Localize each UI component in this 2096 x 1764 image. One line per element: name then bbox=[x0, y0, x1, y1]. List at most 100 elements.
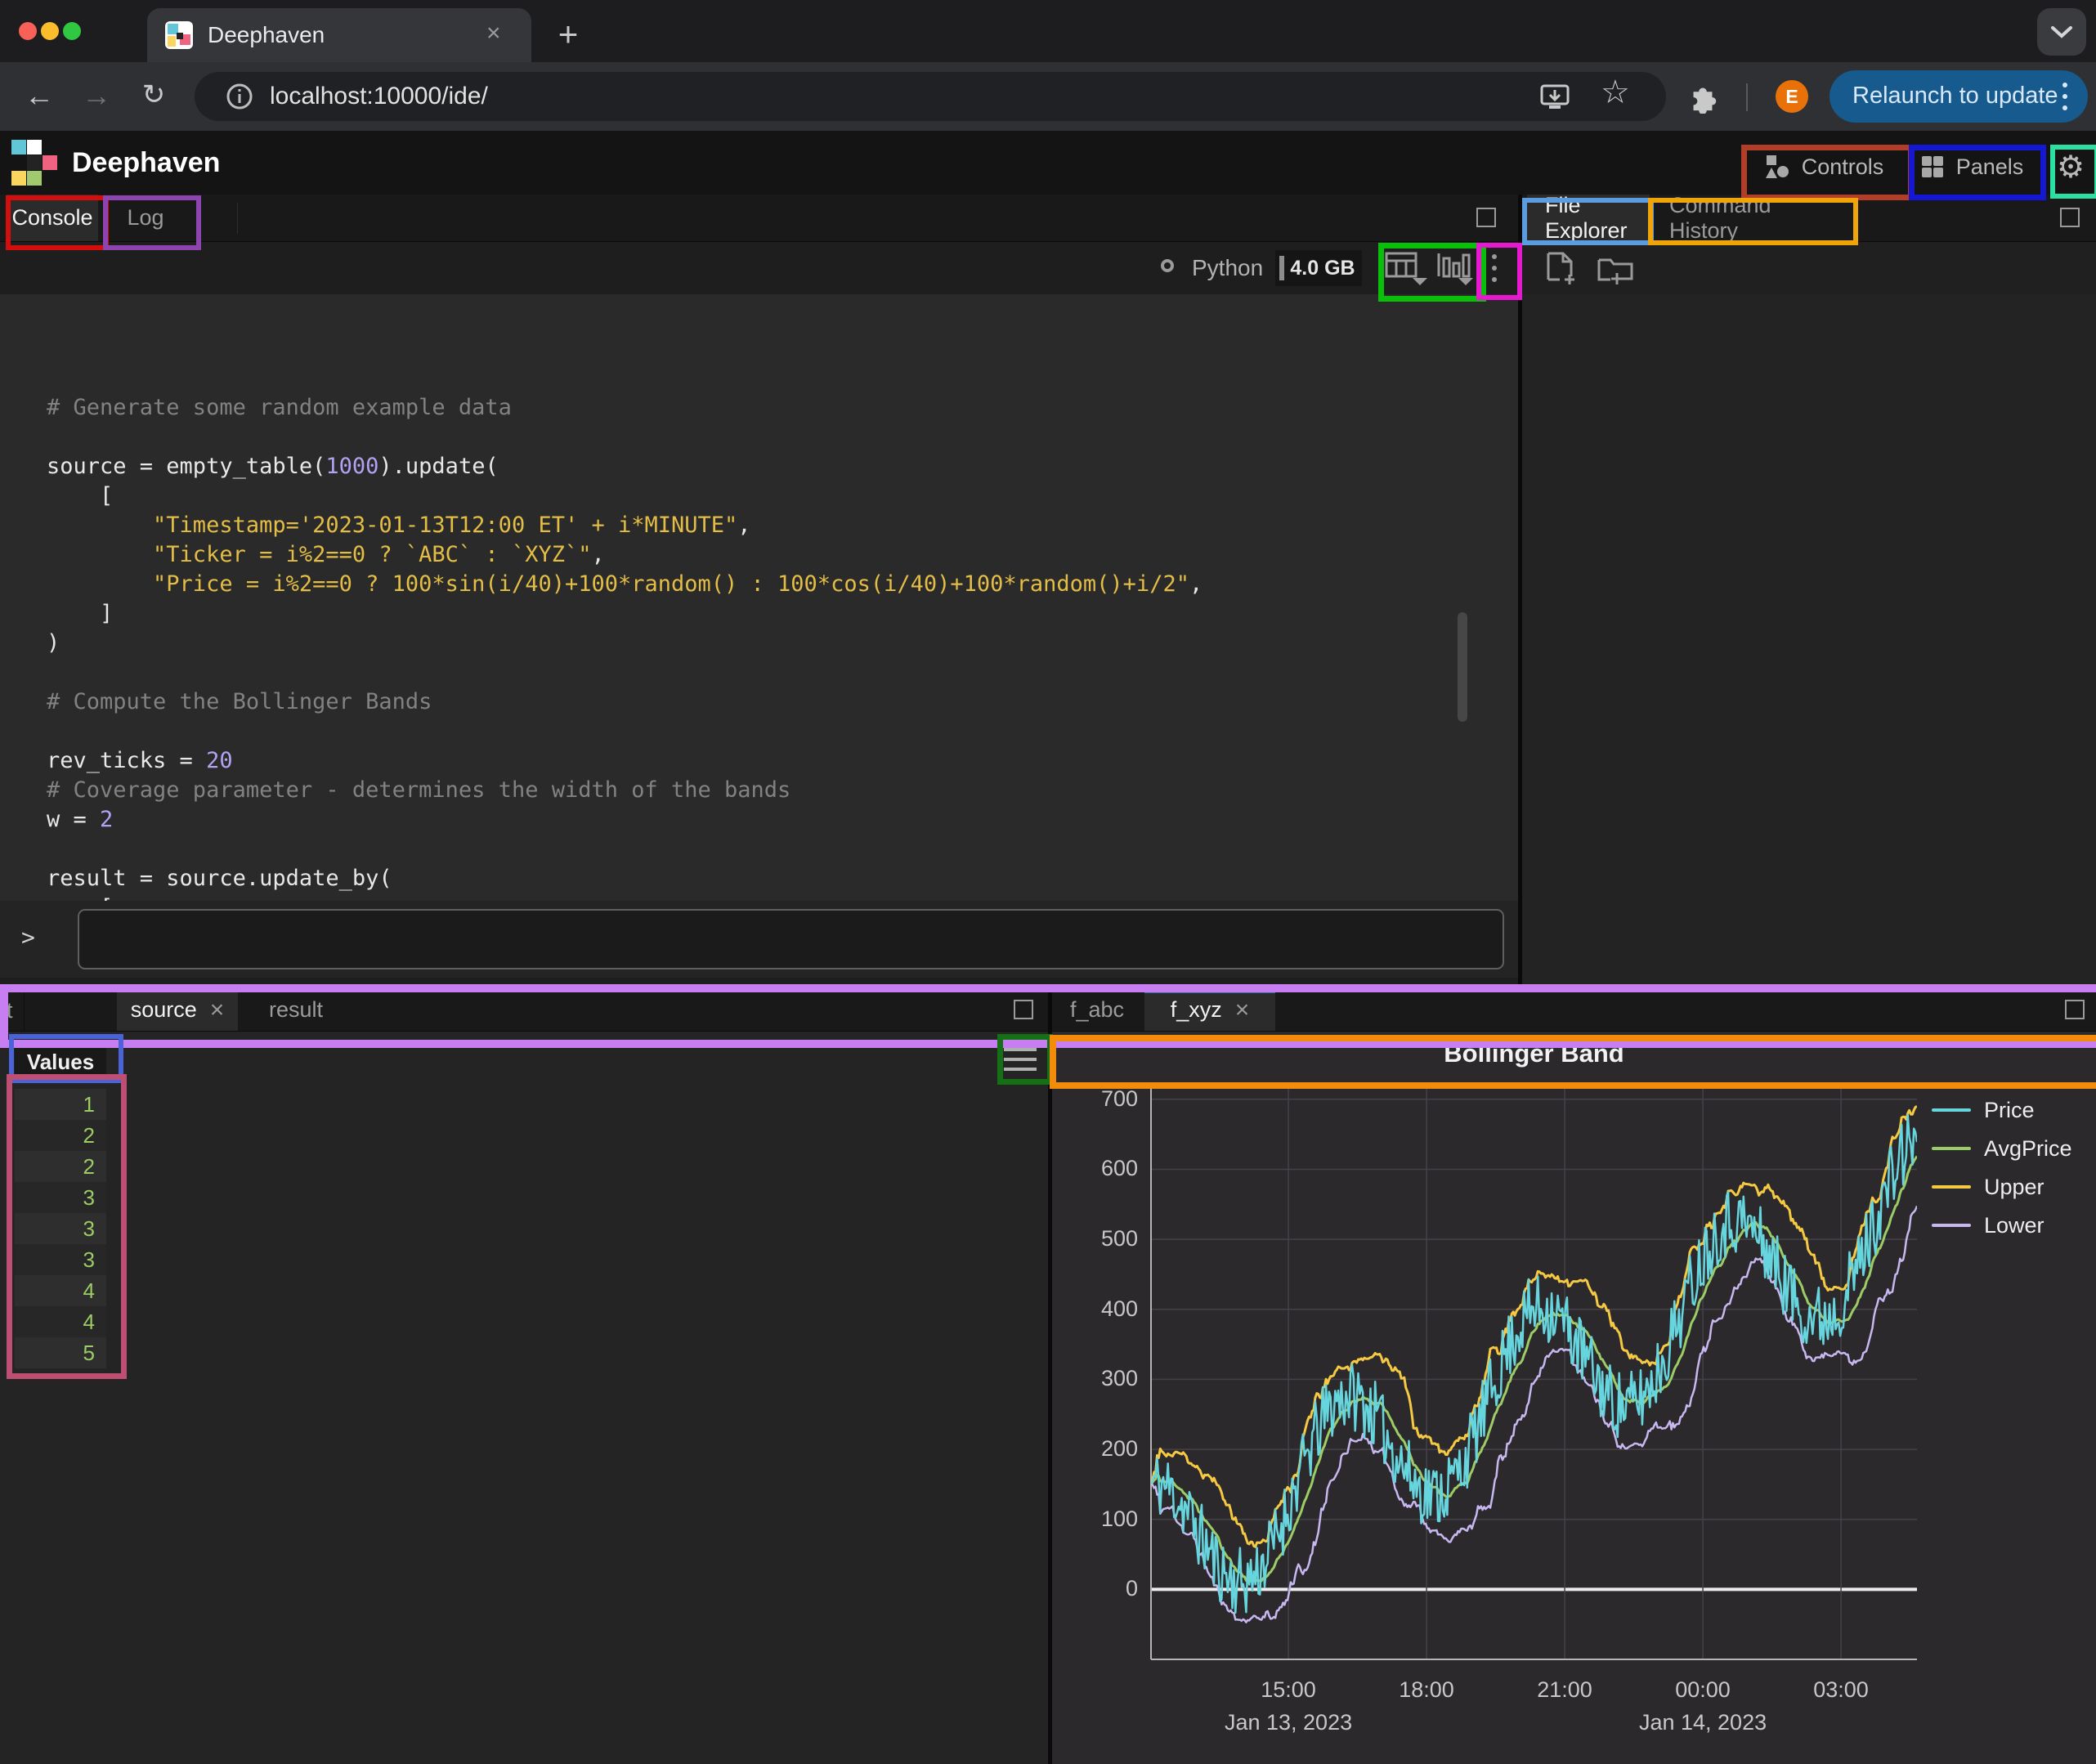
panels-button[interactable]: Panels bbox=[1911, 145, 2032, 189]
code-line bbox=[47, 835, 1518, 864]
table-tabbar: t source × result bbox=[0, 989, 1048, 1032]
console-input-row: > bbox=[0, 901, 1518, 978]
tab-f-xyz[interactable]: f_xyz × bbox=[1144, 989, 1275, 1031]
new-file-icon[interactable] bbox=[1545, 252, 1576, 286]
column-header-values[interactable]: Values bbox=[15, 1041, 106, 1082]
controls-icon bbox=[1764, 154, 1790, 180]
new-tab-button[interactable]: + bbox=[549, 15, 587, 54]
install-app-icon[interactable] bbox=[1539, 83, 1570, 112]
y-axis-tick-label: 500 bbox=[1052, 1226, 1138, 1251]
table-row[interactable]: 1 bbox=[15, 1089, 106, 1120]
tab-source[interactable]: source × bbox=[117, 989, 238, 1031]
code-line bbox=[47, 717, 1518, 746]
tab-truncated[interactable]: t bbox=[0, 989, 25, 1032]
extensions-icon[interactable] bbox=[1686, 79, 1720, 114]
console-maximize-icon[interactable] bbox=[1476, 208, 1496, 227]
controls-label: Controls bbox=[1802, 154, 1884, 180]
table-row[interactable]: 3 bbox=[15, 1213, 106, 1244]
bollinger-chart[interactable]: 010020030040050060070015:00Jan 13, 20231… bbox=[1052, 1076, 2096, 1764]
tab-log[interactable]: Log bbox=[100, 195, 191, 241]
tab-result[interactable]: result bbox=[240, 989, 352, 1031]
tab-source-close-icon[interactable]: × bbox=[210, 998, 225, 1023]
memory-usage: 4.0 GB bbox=[1275, 250, 1362, 286]
code-editor[interactable]: # Generate some random example datasourc… bbox=[0, 294, 1518, 901]
zoom-window-button[interactable] bbox=[63, 22, 81, 40]
x-axis-date-label: Jan 14, 2023 bbox=[1597, 1710, 1809, 1735]
table-row[interactable]: 3 bbox=[15, 1244, 106, 1275]
table-row[interactable]: 2 bbox=[15, 1151, 106, 1182]
browser-menu-icon[interactable] bbox=[2057, 78, 2073, 114]
settings-gear-icon[interactable]: ⚙ bbox=[2052, 145, 2089, 189]
browser-tab-strip: Deephaven × + bbox=[0, 0, 2096, 62]
tab-search-button[interactable] bbox=[2037, 8, 2086, 56]
legend-item[interactable]: AvgPrice bbox=[1932, 1132, 2072, 1165]
panels-label: Panels bbox=[1956, 154, 2024, 180]
reload-button[interactable]: ↻ bbox=[136, 78, 172, 111]
browser-tab-title: Deephaven bbox=[208, 22, 325, 48]
minimize-window-button[interactable] bbox=[41, 22, 59, 40]
table-row[interactable]: 4 bbox=[15, 1275, 106, 1306]
legend-item[interactable]: Price bbox=[1932, 1094, 2035, 1126]
legend-item[interactable]: Upper bbox=[1932, 1171, 2044, 1203]
table-menu-icon[interactable] bbox=[1004, 1041, 1037, 1077]
open-chart-icon[interactable] bbox=[1435, 252, 1476, 286]
console-overflow-menu-icon[interactable] bbox=[1486, 250, 1503, 286]
deephaven-logo bbox=[11, 140, 57, 186]
panels-icon bbox=[1920, 154, 1945, 179]
back-button[interactable]: ← bbox=[21, 78, 57, 113]
tab-command-history[interactable]: Command History bbox=[1651, 195, 1852, 241]
browser-tab[interactable]: Deephaven × bbox=[147, 8, 531, 62]
console-tabbar: Console Log bbox=[0, 195, 1518, 242]
profile-avatar[interactable]: E bbox=[1776, 80, 1808, 113]
new-folder-icon[interactable] bbox=[1597, 253, 1635, 286]
console-panel: Console Log Python 4.0 GB bbox=[0, 195, 1518, 989]
tab-console[interactable]: Console bbox=[7, 195, 98, 241]
y-axis-tick-label: 400 bbox=[1052, 1296, 1138, 1322]
relaunch-to-update-button[interactable]: Relaunch to update bbox=[1830, 70, 2088, 123]
editor-scrollbar[interactable] bbox=[1458, 612, 1467, 722]
legend-item[interactable]: Lower bbox=[1932, 1209, 2044, 1242]
code-line: [ bbox=[47, 481, 1518, 511]
y-axis-tick-label: 200 bbox=[1052, 1436, 1138, 1462]
explorer-maximize-icon[interactable] bbox=[2060, 208, 2080, 227]
table-maximize-icon[interactable] bbox=[1014, 1000, 1033, 1019]
legend-swatch bbox=[1932, 1224, 1971, 1227]
close-window-button[interactable] bbox=[19, 22, 37, 40]
x-axis-tick-label: 21:00 bbox=[1499, 1677, 1630, 1703]
site-info-icon[interactable] bbox=[226, 83, 253, 110]
tab-f-xyz-close-icon[interactable]: × bbox=[1235, 998, 1250, 1023]
code-line: source = empty_table(1000).update( bbox=[47, 452, 1518, 481]
console-input[interactable] bbox=[78, 909, 1504, 969]
table-row[interactable]: 3 bbox=[15, 1182, 106, 1213]
open-table-icon[interactable] bbox=[1385, 252, 1431, 286]
table-row[interactable]: 2 bbox=[15, 1120, 106, 1151]
tab-divider bbox=[237, 203, 238, 234]
code-line: "Timestamp='2023-01-13T12:00 ET' + i*MIN… bbox=[47, 511, 1518, 540]
legend-label: AvgPrice bbox=[1984, 1136, 2072, 1162]
chart-maximize-icon[interactable] bbox=[2065, 1000, 2085, 1019]
tab-file-explorer[interactable]: File Explorer bbox=[1527, 195, 1650, 241]
code-line: result = source.update_by( bbox=[47, 864, 1518, 893]
bookmark-star-icon[interactable]: ☆ bbox=[1601, 74, 1630, 111]
legend-swatch bbox=[1932, 1108, 1971, 1112]
legend-label: Price bbox=[1984, 1098, 2035, 1123]
deephaven-favicon bbox=[165, 21, 193, 49]
console-prompt: > bbox=[21, 924, 35, 951]
y-axis-tick-label: 300 bbox=[1052, 1366, 1138, 1391]
code-line bbox=[47, 658, 1518, 687]
code-line: # Coverage parameter - determines the wi… bbox=[47, 776, 1518, 805]
tab-f-abc[interactable]: f_abc bbox=[1052, 989, 1142, 1031]
code-line: rev_ticks = 20 bbox=[47, 746, 1518, 776]
address-bar[interactable]: localhost:10000/ide/ ☆ bbox=[195, 72, 1666, 121]
y-axis-tick-label: 100 bbox=[1052, 1507, 1138, 1532]
table-row[interactable]: 5 bbox=[15, 1337, 106, 1368]
chart-stack: f_abc f_xyz × Bollinger Band 01002003004… bbox=[1052, 989, 2096, 1764]
tab-close-icon[interactable]: × bbox=[486, 21, 501, 46]
legend-swatch bbox=[1932, 1185, 1971, 1189]
chart-tabbar: f_abc f_xyz × bbox=[1052, 989, 2096, 1032]
session-language: Python bbox=[1192, 255, 1263, 281]
chart-title: Bollinger Band bbox=[1151, 1032, 1917, 1076]
table-row[interactable]: 4 bbox=[15, 1306, 106, 1337]
controls-button[interactable]: Controls bbox=[1746, 145, 1901, 189]
forward-button[interactable]: → bbox=[78, 78, 114, 113]
